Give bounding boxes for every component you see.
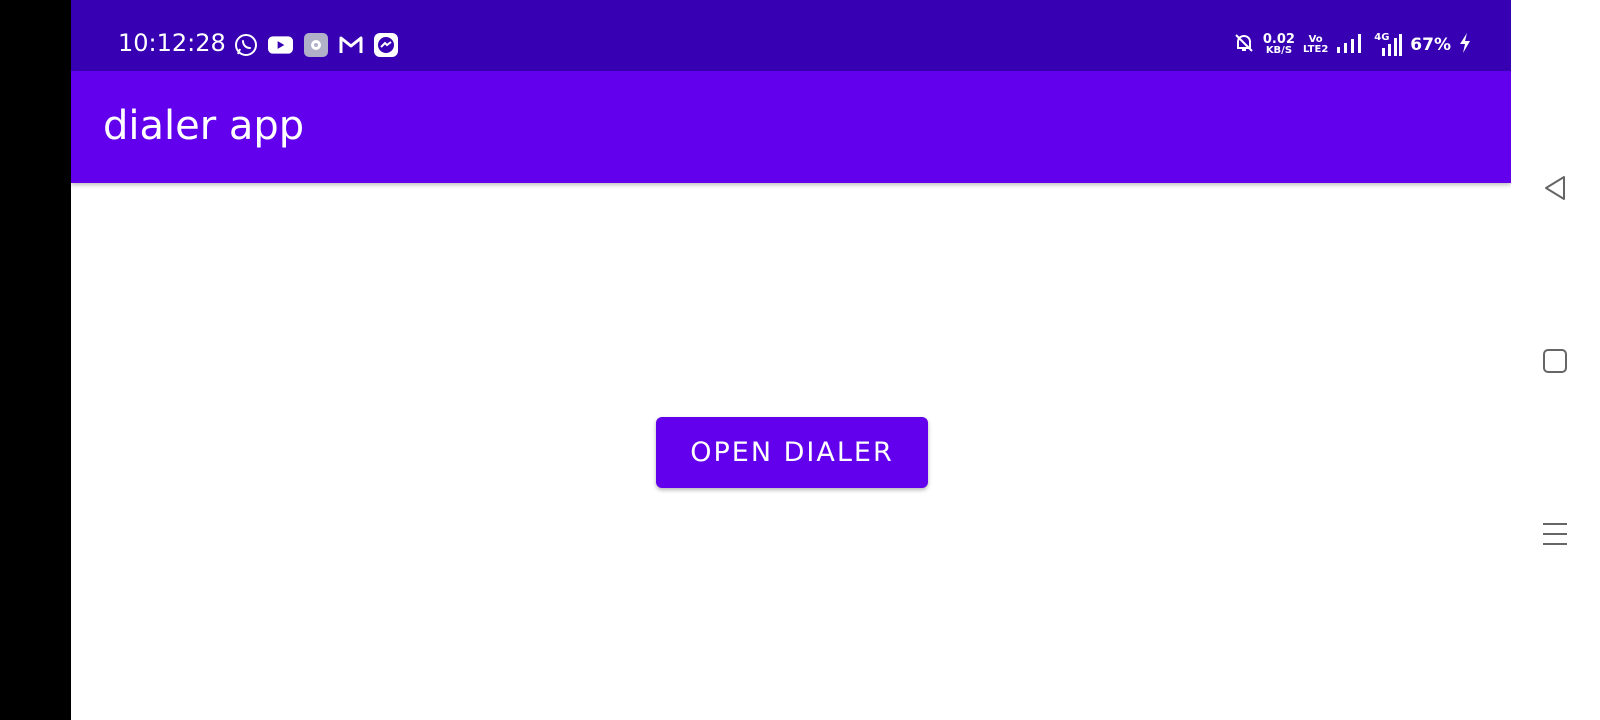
signal-4g-icon: 4G bbox=[1370, 32, 1403, 56]
app-bar: dialer app bbox=[71, 71, 1511, 183]
youtube-icon bbox=[268, 32, 293, 57]
signal-icon bbox=[1336, 33, 1362, 57]
net-speed-value: 0.02 bbox=[1262, 32, 1295, 47]
charging-icon bbox=[1459, 33, 1471, 57]
notification-icons bbox=[233, 32, 398, 57]
system-status-icons: 0.02 KB/S Vo LTE2 4G 67% bbox=[1233, 32, 1471, 58]
mute-bell-icon bbox=[1233, 32, 1255, 58]
app-title: dialer app bbox=[103, 103, 305, 149]
volte-indicator: Vo LTE2 bbox=[1303, 35, 1328, 55]
open-dialer-button[interactable]: OPEN DIALER bbox=[656, 417, 928, 488]
navigation-bar bbox=[1511, 0, 1600, 720]
status-time: 10:12:28 bbox=[118, 29, 226, 57]
battery-percent: 67% bbox=[1410, 35, 1451, 55]
whatsapp-icon bbox=[233, 32, 258, 57]
net-speed: 0.02 KB/S bbox=[1262, 32, 1295, 56]
volte-bottom: LTE2 bbox=[1302, 44, 1329, 55]
gmail-icon bbox=[338, 32, 363, 57]
net-speed-unit: KB/S bbox=[1265, 45, 1293, 56]
status-bar: 10:12:28 0.02 KB/S Vo LTE2 4G 67% bbox=[71, 0, 1511, 71]
settings-app-icon bbox=[303, 32, 328, 57]
home-icon[interactable] bbox=[1539, 345, 1571, 377]
left-letterbox bbox=[0, 0, 71, 720]
back-icon[interactable] bbox=[1539, 172, 1571, 204]
app-window: 10:12:28 0.02 KB/S Vo LTE2 4G 67% dialer… bbox=[71, 0, 1511, 720]
messenger-icon bbox=[373, 32, 398, 57]
menu-icon[interactable] bbox=[1539, 518, 1571, 550]
